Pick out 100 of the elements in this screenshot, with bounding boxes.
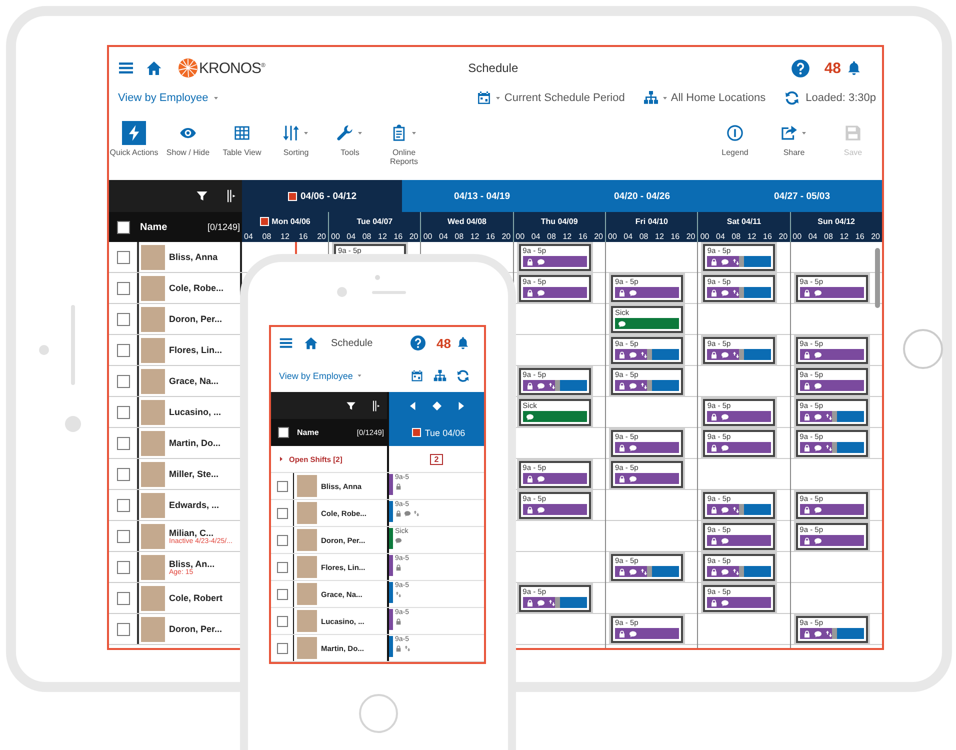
- avatar-placeholder: [297, 529, 317, 551]
- swap-icon: [732, 506, 740, 514]
- row-checkbox[interactable]: [276, 480, 288, 492]
- comment-icon: [536, 474, 545, 482]
- swap-icon: [824, 412, 833, 420]
- week-tab[interactable]: 04/13 - 04/19: [402, 180, 562, 212]
- home-icon[interactable]: [146, 60, 162, 76]
- swap-icon: [732, 258, 740, 266]
- row-checkbox[interactable]: [116, 560, 130, 574]
- avatar-placeholder: [141, 524, 165, 548]
- row-checkbox[interactable]: [116, 406, 130, 418]
- quick-actions-button[interactable]: Quick Actions: [109, 121, 159, 157]
- phone-speaker-dot: [375, 275, 380, 280]
- row-checkbox[interactable]: [276, 616, 288, 626]
- refresh-icon[interactable]: [456, 368, 470, 382]
- row-checkbox[interactable]: [276, 588, 288, 600]
- selection-count: [0/1249]: [207, 222, 240, 232]
- view-selector[interactable]: View by Employee: [118, 92, 220, 104]
- logo-text: KRONOS$^{®}$: [199, 60, 265, 76]
- row-checkbox[interactable]: [116, 498, 130, 512]
- swap-icon: [640, 350, 648, 358]
- lock-icon: [710, 412, 718, 420]
- calendar-icon[interactable]: [410, 368, 424, 382]
- lock-icon: [802, 412, 811, 420]
- hour-label: 16: [670, 231, 680, 242]
- comment-icon: [618, 320, 626, 328]
- week-tab[interactable]: 04/06 - 04/12: [242, 180, 402, 212]
- lock-icon: [618, 568, 626, 576]
- lock-icon: [618, 630, 626, 638]
- sorting-button[interactable]: Sorting: [271, 121, 321, 157]
- comment-icon: [814, 382, 822, 390]
- tools-button[interactable]: Tools: [325, 121, 375, 157]
- share-button[interactable]: Share: [769, 121, 819, 157]
- diamond-icon[interactable]: [430, 400, 442, 412]
- filter-icon[interactable]: [346, 400, 356, 410]
- day-label: Sun 04/12: [818, 217, 855, 226]
- lock-icon: [710, 288, 718, 296]
- show-hide-button[interactable]: Show / Hide: [163, 121, 213, 157]
- lock-icon: [618, 350, 626, 358]
- row-checkbox[interactable]: [276, 562, 288, 572]
- select-all-checkbox[interactable]: [117, 220, 130, 234]
- row-checkbox[interactable]: [116, 282, 130, 294]
- row-checkbox[interactable]: [276, 534, 288, 546]
- hour-label: 16: [855, 231, 864, 242]
- hour-label: 20: [778, 231, 788, 242]
- bell-icon[interactable]: [846, 60, 862, 76]
- online-reports-button[interactable]: Online Reports: [379, 121, 429, 166]
- row-checkbox[interactable]: [116, 436, 130, 450]
- row-checkbox[interactable]: [116, 530, 130, 542]
- hierarchy-icon[interactable]: [433, 368, 447, 382]
- lock-icon: [802, 444, 811, 452]
- row-checkbox[interactable]: [116, 250, 130, 264]
- row-checkbox[interactable]: [116, 468, 130, 480]
- lock-icon: [526, 382, 534, 390]
- legend-button[interactable]: Legend: [710, 121, 760, 157]
- week-tab[interactable]: 04/27 - 05/03: [722, 180, 882, 212]
- home-icon[interactable]: [304, 336, 318, 350]
- notification-count[interactable]: 48: [436, 336, 451, 350]
- refresh-icon[interactable]: [784, 90, 800, 106]
- row-checkbox[interactable]: [116, 344, 130, 356]
- employee-name: Miller, Ste...: [169, 469, 219, 479]
- menu-icon[interactable]: [279, 336, 293, 350]
- bell-icon[interactable]: [456, 336, 470, 350]
- row-checkbox[interactable]: [116, 622, 130, 636]
- hour-label: 00: [331, 231, 340, 242]
- scrollbar[interactable]: [875, 248, 880, 308]
- help-icon[interactable]: [791, 58, 810, 78]
- row-checkbox[interactable]: [116, 374, 130, 388]
- hour-label: 20: [594, 231, 603, 242]
- employee-name: Cole, Robe...: [169, 283, 224, 293]
- select-all-checkbox[interactable]: [278, 427, 289, 438]
- caret-icon: [356, 372, 363, 379]
- table-view-button[interactable]: Table View: [217, 121, 267, 157]
- avatar-placeholder: [141, 586, 165, 610]
- menu-icon[interactable]: [118, 60, 134, 76]
- loaded-time: Loaded: 3:30p: [806, 92, 876, 104]
- comment-icon: [814, 506, 822, 514]
- hour-label: 20: [502, 231, 511, 242]
- hour-label: 04: [346, 231, 356, 242]
- filter-dropdown[interactable]: Current Schedule Period: [476, 90, 625, 106]
- column-resize-icon[interactable]: [370, 400, 382, 412]
- row-checkbox[interactable]: [116, 592, 130, 604]
- comment-icon: [721, 506, 730, 514]
- filter-icon[interactable]: [196, 190, 208, 202]
- week-tab[interactable]: 04/20 - 04/26: [562, 180, 722, 212]
- swap-icon: [732, 288, 740, 296]
- notification-count[interactable]: 48: [824, 60, 841, 76]
- comment-icon: [536, 288, 545, 296]
- help-icon[interactable]: [410, 335, 426, 351]
- hour-label: 20: [686, 231, 696, 242]
- hour-label: 04: [439, 231, 448, 242]
- row-checkbox[interactable]: [276, 508, 288, 518]
- avatar-placeholder: [297, 610, 317, 632]
- row-checkbox[interactable]: [116, 312, 130, 326]
- tablet-camera: [65, 416, 81, 432]
- view-selector[interactable]: View by Employee: [279, 370, 363, 380]
- sunburst-icon: [178, 58, 198, 78]
- filter-dropdown[interactable]: All Home Locations: [642, 90, 766, 106]
- lock-icon: [710, 444, 718, 452]
- row-checkbox[interactable]: [276, 642, 288, 654]
